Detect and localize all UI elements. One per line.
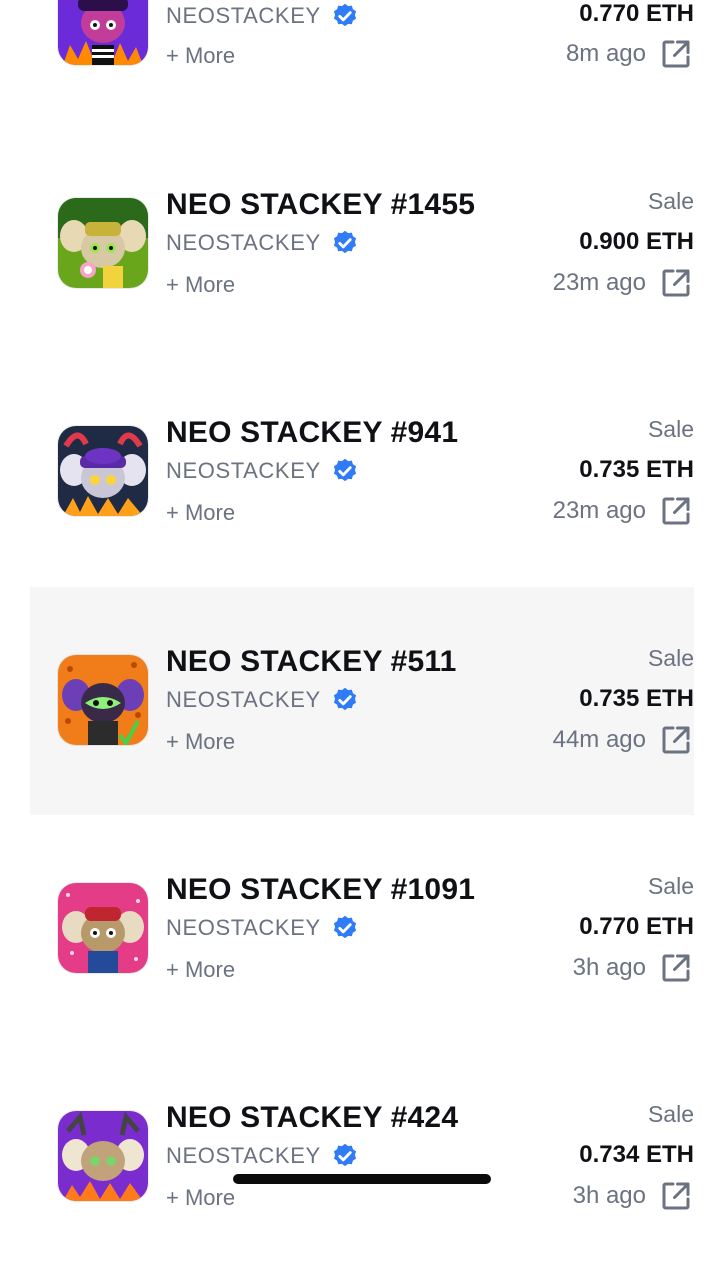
collection-label[interactable]: NEOSTACKEY [166, 458, 321, 484]
collection-name[interactable]: NEOSTACKEY [166, 686, 359, 714]
event-type: Sale [647, 1101, 694, 1127]
nft-avatar-illustration [58, 655, 148, 745]
verified-badge-icon [333, 1143, 356, 1167]
nft-thumbnail[interactable] [58, 0, 148, 65]
event-type: Sale [647, 645, 694, 671]
collection-label[interactable]: NEOSTACKEY [166, 230, 321, 256]
nft-title[interactable]: NEO STACKEY #1455 [166, 188, 475, 222]
nft-title[interactable]: NEO STACKEY #424 [166, 1101, 458, 1135]
external-link-icon[interactable] [658, 265, 694, 301]
nft-title[interactable]: NEO STACKEY #1091 [166, 873, 475, 907]
event-type: Sale [647, 416, 694, 442]
time-and-link: 23m ago [553, 493, 694, 529]
activity-row[interactable]: NEO STACKEY #424 NEOSTACKEY + More Sale … [30, 1043, 694, 1271]
sale-price: 0.900 ETH [579, 228, 694, 255]
time-ago: 8m ago [565, 40, 646, 67]
nft-thumbnail[interactable] [58, 1111, 148, 1201]
collection-label[interactable]: NEOSTACKEY [166, 687, 321, 713]
activity-row[interactable]: NEO STACKEY #941 NEOSTACKEY + More Sale … [30, 358, 694, 586]
more-traits-link[interactable]: + More [166, 43, 235, 69]
verified-badge-icon [333, 915, 356, 939]
external-link-icon[interactable] [658, 1178, 694, 1214]
collection-name[interactable]: NEOSTACKEY [166, 229, 359, 257]
time-ago: 23m ago [552, 497, 646, 524]
nft-avatar-illustration [58, 198, 148, 288]
sale-price: 0.770 ETH [579, 913, 694, 940]
more-traits-link[interactable]: + More [166, 1185, 235, 1211]
event-type: Sale [647, 188, 694, 214]
external-link-icon[interactable] [658, 493, 694, 529]
time-ago: 44m ago [552, 726, 646, 753]
verified-badge-icon [333, 3, 356, 27]
time-and-link: 44m ago [553, 722, 694, 758]
collection-name[interactable]: NEOSTACKEY [166, 1142, 359, 1170]
activity-row[interactable]: NEO STACKEY #1455 NEOSTACKEY + More Sale… [30, 130, 694, 358]
nft-title[interactable]: NEO STACKEY #941 [166, 416, 458, 450]
activity-row[interactable]: NEOSTACKEY + More 0.770 ETH 8m ago [30, 0, 694, 68]
collection-name[interactable]: NEOSTACKEY [166, 457, 359, 485]
more-traits-link[interactable]: + More [166, 729, 235, 755]
sale-price: 0.735 ETH [579, 685, 694, 712]
time-and-link: 23m ago [553, 265, 694, 301]
time-and-link: 3h ago [573, 1178, 694, 1214]
activity-feed: NEOSTACKEY + More 0.770 ETH 8m ago NEO S… [0, 0, 724, 1210]
collection-name[interactable]: NEOSTACKEY [166, 914, 359, 942]
nft-thumbnail[interactable] [58, 655, 148, 745]
nft-thumbnail[interactable] [58, 426, 148, 516]
nft-thumbnail[interactable] [58, 198, 148, 288]
sale-price: 0.770 ETH [579, 0, 694, 27]
more-traits-link[interactable]: + More [166, 957, 235, 983]
collection-name[interactable]: NEOSTACKEY [166, 2, 359, 30]
event-type: Sale [647, 873, 694, 899]
verified-badge-icon [333, 458, 356, 482]
time-and-link: 3h ago [573, 950, 694, 986]
nft-avatar-illustration [58, 426, 148, 516]
activity-row[interactable]: NEO STACKEY #511 NEOSTACKEY + More Sale … [30, 587, 694, 815]
sale-price: 0.735 ETH [579, 456, 694, 483]
collection-label[interactable]: NEOSTACKEY [166, 3, 321, 29]
time-and-link: 8m ago [566, 36, 694, 72]
external-link-icon[interactable] [658, 36, 694, 72]
collection-label[interactable]: NEOSTACKEY [166, 1143, 321, 1169]
more-traits-link[interactable]: + More [166, 500, 235, 526]
nft-title[interactable]: NEO STACKEY #511 [166, 645, 457, 679]
verified-badge-icon [333, 687, 356, 711]
nft-avatar-illustration [58, 883, 148, 973]
time-ago: 3h ago [572, 954, 646, 981]
nft-avatar-illustration [58, 1111, 148, 1201]
activity-row[interactable]: NEO STACKEY #1091 NEOSTACKEY + More Sale… [30, 815, 694, 1043]
nft-thumbnail[interactable] [58, 883, 148, 973]
external-link-icon[interactable] [658, 722, 694, 758]
collection-label[interactable]: NEOSTACKEY [166, 915, 321, 941]
nft-avatar-illustration [58, 0, 148, 65]
more-traits-link[interactable]: + More [166, 272, 235, 298]
sale-price: 0.734 ETH [579, 1141, 694, 1168]
external-link-icon[interactable] [658, 950, 694, 986]
time-ago: 3h ago [572, 1182, 646, 1209]
verified-badge-icon [333, 230, 356, 254]
time-ago: 23m ago [552, 269, 646, 296]
home-indicator[interactable] [233, 1174, 491, 1184]
